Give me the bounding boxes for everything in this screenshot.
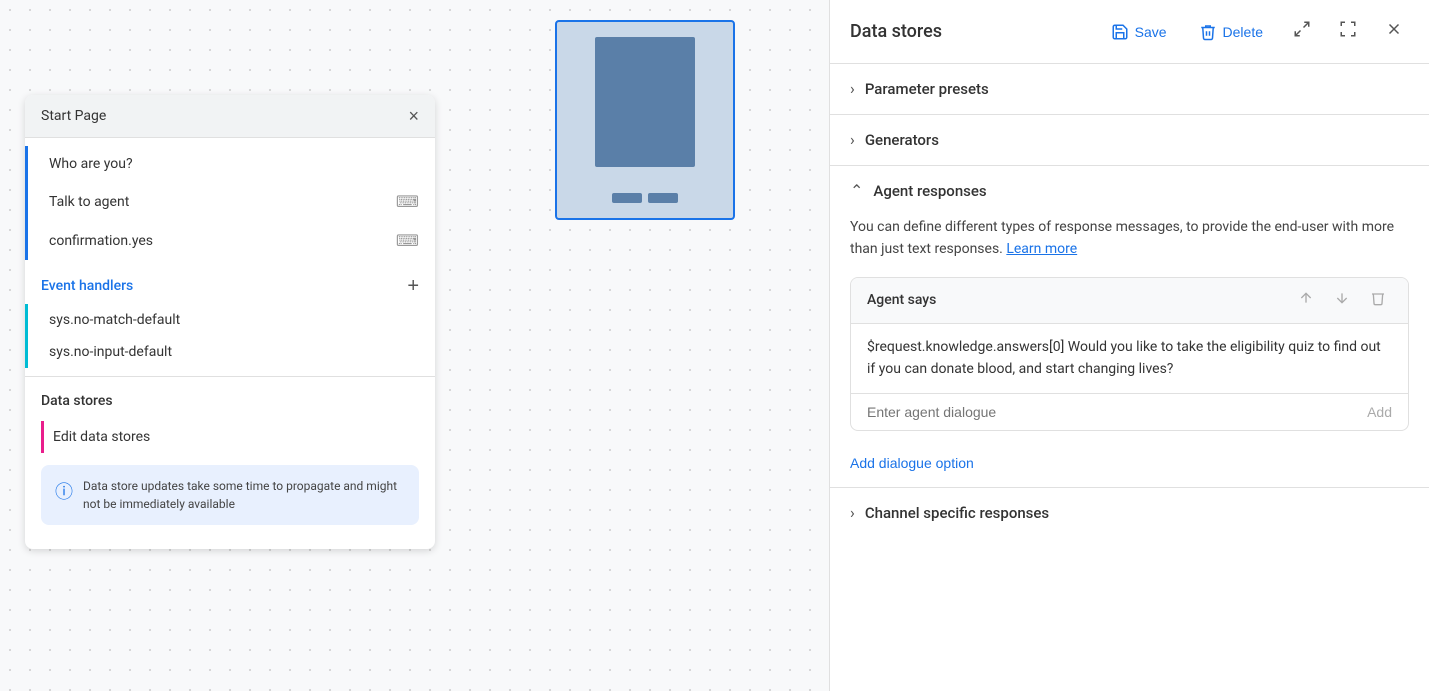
nav-active-bar [25,221,28,260]
agent-responses-header[interactable]: ⌃ Agent responses [850,166,1409,216]
close-panel-button[interactable] [1379,16,1409,47]
nav-item-who-are-you[interactable]: Who are you? [25,146,435,182]
info-box: ⓘ Data store updates take some time to p… [41,465,419,525]
trash-icon [1370,290,1386,306]
agent-says-input-row: Add [851,394,1408,430]
agent-says-label: Agent says [867,292,1284,308]
agent-says-box: Agent says [850,277,1409,431]
right-panel: Data stores Save Delete [829,0,1429,691]
agent-dialogue-input[interactable] [867,404,1367,420]
sidebar-card: Start Page × Who are you? Talk to agent … [25,95,435,549]
right-panel-header: Data stores Save Delete [830,0,1429,64]
document-icon: ⌨ [396,192,419,211]
nav-item-label: confirmation.yes [49,233,153,249]
move-down-button[interactable] [1328,288,1356,313]
agent-says-header: Agent says [851,278,1408,324]
parameter-presets-section[interactable]: › Parameter presets [830,64,1429,115]
event-bar [25,304,28,336]
event-item-label: sys.no-match-default [49,312,180,328]
sidebar-content: Who are you? Talk to agent ⌨ confirmatio… [25,138,435,549]
delete-button[interactable]: Delete [1191,19,1271,45]
right-panel-title: Data stores [850,21,1087,42]
event-handlers-section-header: Event handlers + [25,260,435,304]
info-icon: ⓘ [55,478,73,504]
arrow-up-icon [1298,290,1314,306]
sidebar-header: Start Page × [25,95,435,138]
chevron-down-icon: › [850,505,855,521]
agent-responses-desc-text: You can define different types of respon… [850,219,1394,257]
nav-active-bar [25,146,28,182]
save-button[interactable]: Save [1103,19,1175,45]
sidebar-close-button[interactable]: × [408,107,419,125]
chevron-down-icon: › [850,132,855,148]
flow-diagram-card [555,20,735,220]
save-label: Save [1135,24,1167,40]
center-panel [460,0,829,691]
delete-response-button[interactable] [1364,288,1392,313]
agent-says-content: $request.knowledge.answers[0] Would you … [851,324,1408,394]
channel-responses-title: Channel specific responses [865,504,1049,522]
data-stores-link-label: Edit data stores [53,429,150,445]
event-item-no-match[interactable]: sys.no-match-default [25,304,435,336]
arrow-down-icon [1334,290,1350,306]
nav-item-talk-to-agent[interactable]: Talk to agent ⌨ [25,182,435,221]
nav-item-confirmation-yes[interactable]: confirmation.yes ⌨ [25,221,435,260]
close-icon [1385,20,1403,38]
flow-card-btn-2 [648,193,678,203]
nav-active-bar [25,182,28,221]
delete-label: Delete [1223,24,1263,40]
dialogue-add-button[interactable]: Add [1367,404,1392,420]
event-bar [25,336,28,368]
flow-card-btn-1 [612,193,642,203]
agent-responses-title: Agent responses [873,182,986,200]
left-panel: Start Page × Who are you? Talk to agent … [0,0,460,691]
channel-responses-section[interactable]: › Channel specific responses [830,488,1429,538]
document-icon: ⌨ [396,231,419,250]
event-item-label: sys.no-input-default [49,344,172,360]
nav-item-label: Who are you? [49,156,133,172]
flow-card-inner [595,37,695,167]
resize-icon [1339,20,1357,38]
add-event-handler-button[interactable]: + [407,276,419,296]
nav-item-label: Talk to agent [49,194,129,210]
event-handlers-title: Event handlers [41,278,133,294]
agent-responses-section: ⌃ Agent responses You can define differe… [830,166,1429,488]
save-icon [1111,23,1129,41]
generators-section[interactable]: › Generators [830,115,1429,166]
chevron-down-icon: › [850,81,855,97]
move-up-button[interactable] [1292,288,1320,313]
learn-more-link[interactable]: Learn more [1006,241,1077,257]
resize-button[interactable] [1333,16,1363,47]
flow-card-buttons [612,193,678,203]
data-stores-title: Data stores [41,393,419,409]
add-dialogue-option-button[interactable]: Add dialogue option [850,447,974,487]
agent-responses-description: You can define different types of respon… [850,216,1409,277]
data-stores-bar [41,421,44,453]
expand-icon [1293,20,1311,38]
sidebar-title: Start Page [41,108,106,124]
data-stores-section: Data stores Edit data stores [25,376,435,453]
generators-title: Generators [865,131,939,149]
info-text: Data store updates take some time to pro… [83,477,405,513]
chevron-up-icon: ⌃ [850,183,863,199]
delete-icon [1199,23,1217,41]
event-item-no-input[interactable]: sys.no-input-default [25,336,435,368]
expand-button[interactable] [1287,16,1317,47]
parameter-presets-title: Parameter presets [865,80,989,98]
data-stores-link[interactable]: Edit data stores [41,421,419,453]
